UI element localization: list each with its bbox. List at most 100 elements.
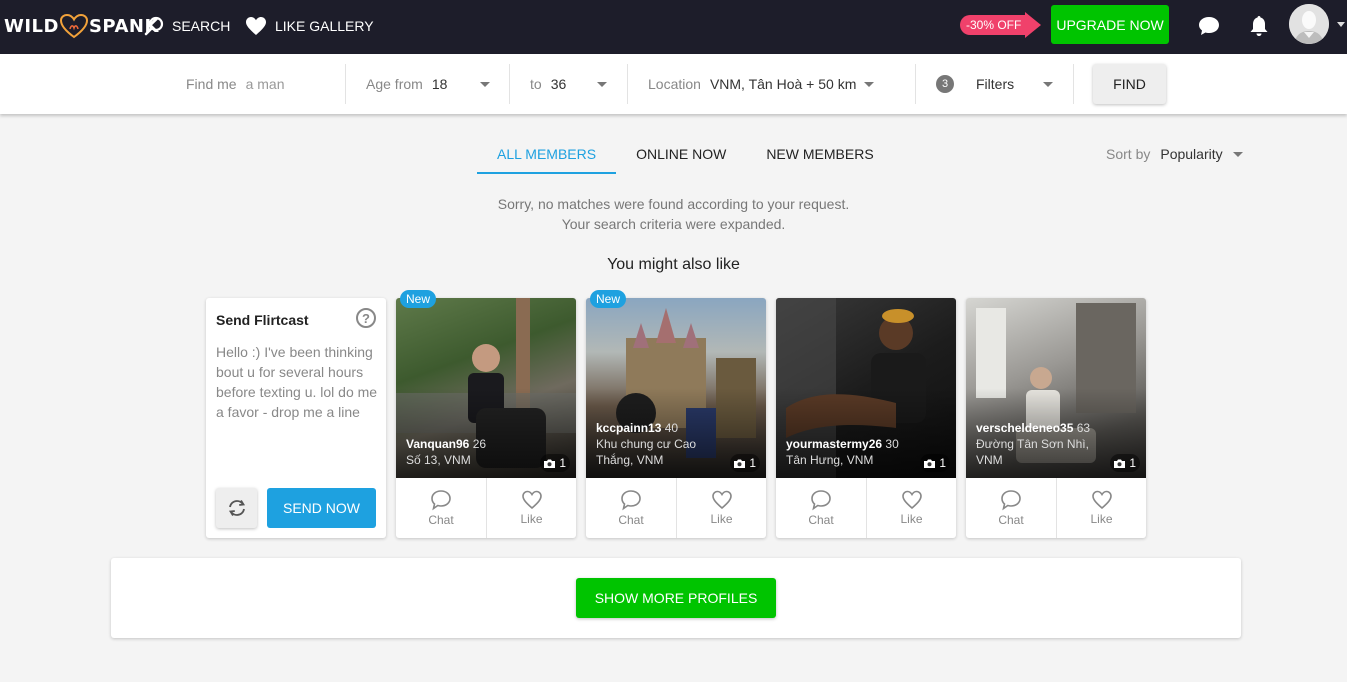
nav-search[interactable]: SEARCH — [144, 14, 230, 38]
chevron-down-icon — [480, 82, 490, 87]
find-button[interactable]: FIND — [1093, 64, 1166, 104]
heart-logo-icon — [59, 13, 88, 39]
filters-label: Filters — [976, 76, 1015, 92]
show-more-panel: SHOW MORE PROFILES — [111, 558, 1241, 638]
chevron-down-icon[interactable] — [1337, 22, 1345, 27]
photo-count-value: 1 — [939, 456, 946, 470]
location-label: Location — [648, 76, 701, 92]
photo-count-value: 1 — [1129, 456, 1136, 470]
heart-outline-icon — [1091, 490, 1112, 510]
find-me-value: a man — [245, 76, 285, 92]
messages-button[interactable] — [1196, 13, 1222, 39]
divider — [345, 64, 346, 104]
tab-online-now[interactable]: ONLINE NOW — [616, 140, 746, 174]
chevron-down-icon — [864, 82, 874, 87]
like-button[interactable]: Like — [676, 478, 766, 538]
like-button[interactable]: Like — [866, 478, 956, 538]
profile-photo[interactable]: kccpainn13 40 Khu chung cư Cao Thắng, VN… — [586, 298, 766, 478]
chat-button[interactable]: Chat — [586, 478, 676, 538]
you-might-also-like-heading: You might also like — [607, 256, 740, 273]
chat-bubble-icon — [1001, 490, 1021, 511]
profile-name: yourmastermy26 — [786, 437, 883, 451]
profile-actions: Chat Like — [586, 478, 766, 538]
location-select[interactable]: Location VNM, Tân Hoà + 50 km — [648, 64, 878, 104]
age-from-value: 18 — [431, 76, 448, 92]
avatar[interactable] — [1289, 4, 1329, 44]
show-more-profiles-button[interactable]: SHOW MORE PROFILES — [576, 578, 776, 618]
nav-like-gallery-label: LIKE GALLERY — [275, 18, 374, 34]
divider — [1073, 64, 1074, 104]
flirtcast-card: Send Flirtcast ? Hello :) I've been thin… — [206, 298, 386, 538]
notifications-button[interactable] — [1246, 13, 1272, 39]
profile-age: 30 — [885, 437, 899, 451]
age-to-value: 36 — [550, 76, 567, 92]
age-to-select[interactable]: to 36 — [530, 64, 610, 104]
logo[interactable]: WILD SPANK — [4, 13, 159, 39]
profile-card: New Vanquan96 26 Số 13, VNM 1 Chat Like — [396, 290, 576, 538]
new-badge: New — [400, 290, 437, 308]
new-badge: New — [590, 290, 627, 308]
like-label: Like — [900, 512, 923, 526]
tab-new-members[interactable]: NEW MEMBERS — [746, 140, 893, 174]
refresh-message-button[interactable] — [216, 488, 257, 528]
chat-button[interactable]: Chat — [966, 478, 1056, 538]
divider — [509, 64, 510, 104]
location-value: VNM, Tân Hoà + 50 km — [709, 76, 857, 92]
chat-button[interactable]: Chat — [776, 478, 866, 538]
camera-icon — [544, 459, 556, 468]
filters-select[interactable]: 3 Filters — [936, 64, 1056, 104]
divider — [915, 64, 916, 104]
profile-info: yourmastermy26 30 Tân Hưng, VNM — [786, 436, 916, 468]
like-button[interactable]: Like — [486, 478, 576, 538]
filters-count-badge: 3 — [936, 75, 954, 93]
chat-bubble-icon — [431, 490, 451, 511]
profile-age: 63 — [1076, 421, 1091, 435]
camera-icon — [734, 459, 746, 468]
find-me-label: Find me — [186, 76, 237, 92]
profile-photo[interactable]: yourmastermy26 30 Tân Hưng, VNM 1 — [776, 298, 956, 478]
like-label: Like — [1090, 512, 1113, 526]
profile-name: kccpainn13 — [596, 421, 662, 435]
search-filter-bar: Find me a man Age from 18 to 36 Location… — [0, 54, 1347, 114]
flirtcast-message: Hello :) I've been thinking bout u for s… — [216, 344, 378, 420]
like-button[interactable]: Like — [1056, 478, 1146, 538]
profile-card: New kccpainn13 40 Khu chung cư Cao Thắng… — [586, 290, 766, 538]
heart-outline-icon — [521, 490, 542, 510]
divider — [627, 64, 628, 104]
age-from-select[interactable]: Age from 18 — [366, 64, 492, 104]
discount-label: -30% OFF — [960, 15, 1026, 35]
age-to-label: to — [530, 76, 542, 92]
chevron-down-icon — [1232, 151, 1243, 157]
help-icon[interactable]: ? — [356, 308, 376, 328]
photo-count-value: 1 — [749, 456, 756, 470]
camera-icon — [1114, 459, 1126, 468]
age-from-label: Age from — [366, 76, 423, 92]
chat-button[interactable]: Chat — [396, 478, 486, 538]
profile-age: 26 — [472, 437, 487, 451]
sort-value: Popularity — [1160, 146, 1223, 162]
chat-label: Chat — [618, 513, 644, 527]
like-label: Like — [710, 512, 733, 526]
profile-location: Số 13, VNM — [406, 453, 471, 467]
heart-outline-icon — [901, 490, 922, 510]
tab-all-members[interactable]: ALL MEMBERS — [477, 140, 617, 174]
chat-bubble-icon — [811, 490, 831, 511]
send-now-button[interactable]: SEND NOW — [267, 488, 376, 528]
search-icon — [144, 16, 164, 36]
profile-age: 40 — [664, 421, 679, 435]
profile-location: Đường Tân Sơn Nhì, VNM — [976, 437, 1089, 467]
profile-location: Tân Hưng, VNM — [786, 453, 874, 467]
find-me-select[interactable]: Find me a man — [186, 64, 285, 104]
top-navigation-bar: WILD SPANK SEARCH LIKE GALLERY -30% OFF … — [0, 0, 1347, 54]
nav-like-gallery[interactable]: LIKE GALLERY — [245, 14, 374, 38]
upgrade-now-button[interactable]: UPGRADE NOW — [1051, 5, 1169, 44]
profile-location: Khu chung cư Cao Thắng, VNM — [596, 437, 697, 467]
profile-photo[interactable]: Vanquan96 26 Số 13, VNM 1 — [396, 298, 576, 478]
profile-photo[interactable]: verscheldeneo35 63 Đường Tân Sơn Nhì, VN… — [966, 298, 1146, 478]
sort-select[interactable]: Sort by Popularity — [1106, 146, 1243, 162]
camera-icon — [924, 459, 936, 468]
user-avatar-icon — [1289, 4, 1329, 44]
heart-outline-icon — [711, 490, 732, 510]
arrow-right-icon — [1025, 12, 1042, 38]
profile-info: verscheldeneo35 63 Đường Tân Sơn Nhì, VN… — [976, 420, 1106, 468]
